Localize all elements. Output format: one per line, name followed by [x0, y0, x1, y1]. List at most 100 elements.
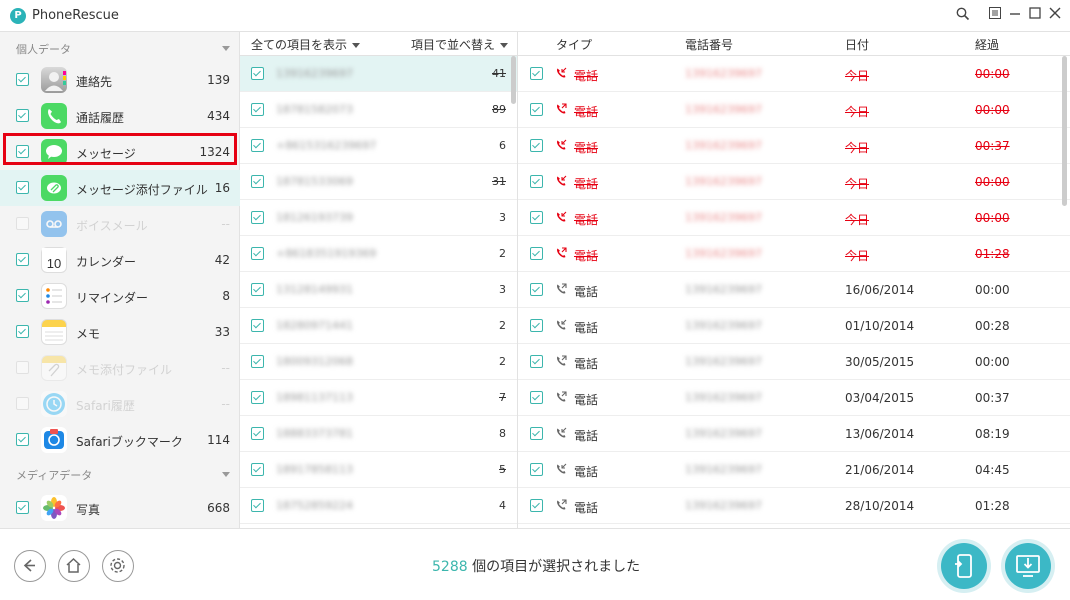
sidebar-item-contacts[interactable]: 連絡先 139 [0, 62, 240, 98]
checkbox[interactable] [16, 73, 29, 86]
checkbox[interactable] [16, 109, 29, 122]
checkbox[interactable] [530, 499, 543, 512]
recover-to-device-button[interactable] [941, 543, 987, 589]
checkbox[interactable] [530, 427, 543, 440]
sidebar-item-safari-bookmarks[interactable]: Safariブックマーク 114 [0, 422, 240, 458]
contact-row[interactable]: 18981137113 7 [240, 380, 517, 416]
sidebar-item-message-attachments[interactable]: メッセージ添付ファイル 16 [0, 170, 240, 206]
checkbox[interactable] [530, 319, 543, 332]
settings-button[interactable] [102, 550, 134, 582]
checkbox[interactable] [251, 355, 264, 368]
checkbox[interactable] [251, 175, 264, 188]
chevron-down-icon [352, 43, 361, 48]
sidebar-item-photos[interactable]: 写真 668 [0, 490, 240, 526]
checkbox[interactable] [530, 175, 543, 188]
column-header-number[interactable]: 電話番号 [685, 36, 733, 53]
checkbox[interactable] [530, 283, 543, 296]
checkbox[interactable] [530, 211, 543, 224]
checkbox[interactable] [530, 103, 543, 116]
checkbox[interactable] [251, 283, 264, 296]
checkbox[interactable] [251, 499, 264, 512]
call-log-row[interactable]: 電話 13916239697 今日 01:28 [518, 236, 1070, 272]
column-header-duration[interactable]: 経過 [975, 36, 999, 53]
checkbox[interactable] [530, 355, 543, 368]
call-duration: 00:28 [975, 319, 1010, 333]
back-button[interactable] [14, 550, 46, 582]
close-icon[interactable] [1046, 7, 1064, 25]
contact-row[interactable]: 18126193739 3 [240, 200, 517, 236]
contact-row[interactable]: 18781582073 89 [240, 92, 517, 128]
sort-by-dropdown[interactable]: 項目で並べ替え [411, 36, 508, 53]
contact-row[interactable]: 18917858113 5 [240, 452, 517, 488]
contact-row[interactable]: 18009312068 2 [240, 344, 517, 380]
checkbox[interactable] [530, 247, 543, 260]
sidebar-item-calendar[interactable]: 10 カレンダー 42 [0, 242, 240, 278]
call-log-row[interactable]: 電話 13916239697 21/06/2014 04:45 [518, 452, 1070, 488]
sidebar-item-notes[interactable]: メモ 33 [0, 314, 240, 350]
personal-data-header[interactable]: 個人データ [0, 34, 240, 62]
call-log-row[interactable]: 電話 13916239697 今日 00:00 [518, 200, 1070, 236]
sidebar-item-voicemail[interactable]: ボイスメール -- [0, 206, 240, 242]
call-log-row[interactable]: 電話 13916239697 今日 00:37 [518, 128, 1070, 164]
contact-number: 18883373781 [276, 427, 353, 440]
checkbox[interactable] [251, 391, 264, 404]
media-data-header[interactable]: メディアデータ [0, 460, 240, 488]
maximize-icon[interactable] [1026, 7, 1044, 25]
checkbox[interactable] [251, 67, 264, 80]
outgoing-call-icon [555, 391, 567, 407]
checkbox[interactable] [16, 181, 29, 194]
contact-row[interactable]: +8618351919369 2 [240, 236, 517, 272]
contact-list-scrollbar[interactable] [511, 56, 516, 104]
footer-bar: 5288 個の項目が選択されました [0, 528, 1070, 600]
column-header-date[interactable]: 日付 [845, 36, 869, 53]
sidebar-item-safari-history[interactable]: Safari履歴 -- [0, 386, 240, 422]
recover-to-computer-button[interactable] [1005, 543, 1051, 589]
contact-row[interactable]: 18280971441 2 [240, 308, 517, 344]
checkbox[interactable] [16, 253, 29, 266]
call-log-row[interactable]: 電話 13916239697 30/05/2015 00:00 [518, 344, 1070, 380]
checkbox[interactable] [251, 211, 264, 224]
checkbox[interactable] [251, 247, 264, 260]
call-log-row[interactable]: 電話 13916239697 28/10/2014 01:28 [518, 488, 1070, 524]
checkbox[interactable] [530, 463, 543, 476]
contact-row[interactable]: 13128149931 3 [240, 272, 517, 308]
call-log-row[interactable]: 電話 13916239697 今日 00:00 [518, 56, 1070, 92]
incoming-call-icon [555, 211, 567, 227]
minimize-icon[interactable] [1006, 7, 1024, 25]
call-log-scrollbar[interactable] [1062, 56, 1067, 206]
checkbox[interactable] [251, 103, 264, 116]
checkbox[interactable] [251, 139, 264, 152]
call-log-row[interactable]: 電話 13916239697 13/06/2014 08:19 [518, 416, 1070, 452]
call-log-row[interactable]: 電話 13916239697 今日 00:00 [518, 92, 1070, 128]
sidebar-item-reminders[interactable]: リマインダー 8 [0, 278, 240, 314]
show-all-dropdown[interactable]: 全ての項目を表示 [251, 36, 361, 53]
checkbox[interactable] [530, 139, 543, 152]
sidebar-item-call-history[interactable]: 通話履歴 434 [0, 98, 240, 134]
checkbox[interactable] [16, 289, 29, 302]
checkbox[interactable] [251, 319, 264, 332]
call-log-row[interactable]: 電話 13916239697 今日 00:00 [518, 164, 1070, 200]
sidebar-item-notes-attachments[interactable]: メモ添付ファイル -- [0, 350, 240, 386]
checkbox[interactable] [16, 501, 29, 514]
checkbox[interactable] [251, 427, 264, 440]
contact-row[interactable]: 18883373781 8 [240, 416, 517, 452]
call-log-row[interactable]: 電話 13916239697 01/10/2014 00:28 [518, 308, 1070, 344]
checkbox[interactable] [16, 217, 29, 230]
checkbox[interactable] [16, 433, 29, 446]
checkbox[interactable] [16, 397, 29, 410]
search-icon[interactable] [954, 7, 972, 25]
contact-row[interactable]: 18781533069 31 [240, 164, 517, 200]
column-header-type[interactable]: タイプ [556, 36, 592, 53]
contact-row[interactable]: 13916239697 41 [240, 56, 517, 92]
call-log-row[interactable]: 電話 13916239697 16/06/2014 00:00 [518, 272, 1070, 308]
menu-icon[interactable] [986, 7, 1004, 25]
contact-row[interactable]: +8615316239697 6 [240, 128, 517, 164]
checkbox[interactable] [530, 391, 543, 404]
checkbox[interactable] [530, 67, 543, 80]
checkbox[interactable] [251, 463, 264, 476]
call-log-row[interactable]: 電話 13916239697 03/04/2015 00:37 [518, 380, 1070, 416]
contact-row[interactable]: 18752859224 4 [240, 488, 517, 524]
checkbox[interactable] [16, 325, 29, 338]
home-button[interactable] [58, 550, 90, 582]
checkbox[interactable] [16, 361, 29, 374]
